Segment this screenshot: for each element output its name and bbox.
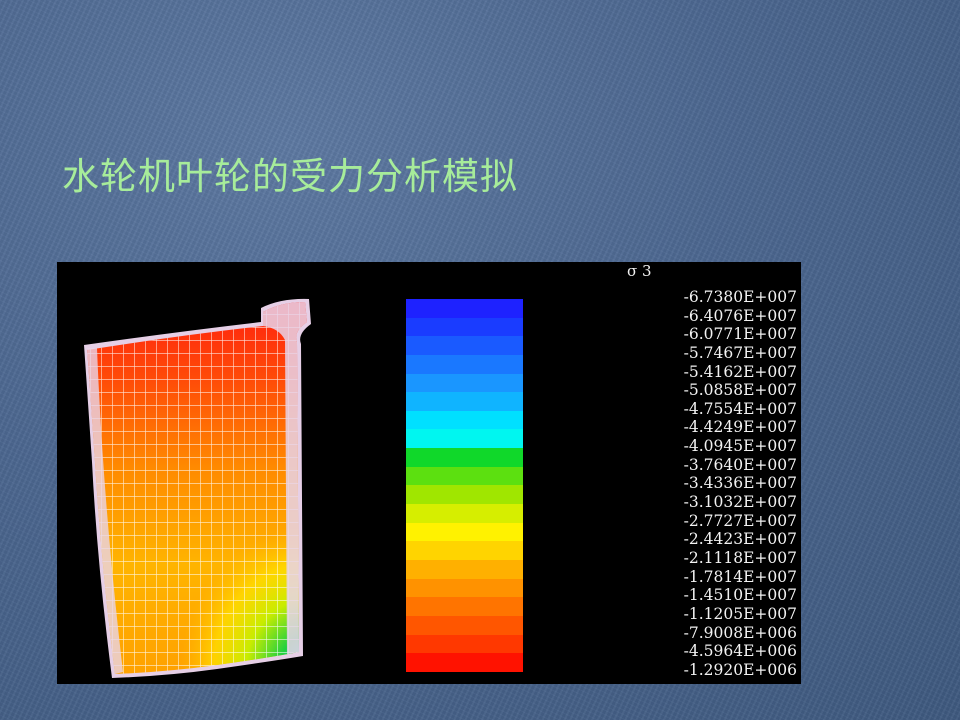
legend-value: -1.7814E+007 xyxy=(683,567,797,586)
legend-value: -2.1118E+007 xyxy=(683,548,797,567)
legend-value: -1.1205E+007 xyxy=(683,604,797,623)
slide-background: 水轮机叶轮的受力分析模拟 σ 3 -6.7380E+007 -6.4076E+0… xyxy=(0,0,960,720)
colorbar-band xyxy=(406,410,523,430)
legend-value: -2.4423E+007 xyxy=(683,530,797,549)
legend-value: -4.4249E+007 xyxy=(683,418,797,437)
colorbar-band xyxy=(406,466,523,486)
colorbar-band xyxy=(406,354,523,374)
colorbar xyxy=(406,299,523,672)
colorbar-band xyxy=(406,653,523,672)
legend-value: -1.2920E+006 xyxy=(683,660,797,679)
legend-value: -5.7467E+007 xyxy=(683,343,797,362)
legend-value: -3.4336E+007 xyxy=(683,474,797,493)
colorbar-band xyxy=(406,429,523,449)
legend-value: -6.7380E+007 xyxy=(683,288,797,306)
legend-value: -3.1032E+007 xyxy=(683,493,797,512)
legend-values: -6.7380E+007 -6.4076E+007 -6.0771E+007 -5.7… xyxy=(591,288,797,679)
stress-figure: σ 3 -6.7380E+007 -6.4076E+007 -6.0771E+007… xyxy=(57,262,801,684)
legend-value: -4.5964E+006 xyxy=(683,642,797,661)
colorbar-band xyxy=(406,578,523,598)
colorbar-band xyxy=(406,299,523,318)
legend-value: -5.4162E+007 xyxy=(683,362,797,381)
colorbar-band xyxy=(406,392,523,411)
colorbar-band xyxy=(406,448,523,467)
slide-title: 水轮机叶轮的受力分析模拟 xyxy=(62,155,518,198)
legend-value: -4.7554E+007 xyxy=(683,399,797,418)
legend-value: -1.4510E+007 xyxy=(683,586,797,605)
colorbar-band xyxy=(406,485,523,505)
colorbar-band xyxy=(406,504,523,523)
legend-value: -2.7727E+007 xyxy=(683,511,797,530)
legend-title: σ 3 xyxy=(627,262,652,280)
colorbar-band xyxy=(406,634,523,654)
colorbar-band xyxy=(406,559,523,579)
colorbar-band xyxy=(406,522,523,542)
legend-value: -5.0858E+007 xyxy=(683,381,797,400)
colorbar-band xyxy=(406,541,523,560)
colorbar-band xyxy=(406,373,523,393)
colorbar-band xyxy=(406,597,523,616)
colorbar-band xyxy=(406,336,523,355)
colorbar-band xyxy=(406,317,523,337)
legend-value: -6.0771E+007 xyxy=(683,325,797,344)
legend-value: -3.7640E+007 xyxy=(683,455,797,474)
colorbar-band xyxy=(406,615,523,635)
legend-value: -4.0945E+007 xyxy=(683,437,797,456)
legend-value: -7.9008E+006 xyxy=(683,623,797,642)
legend-value: -6.4076E+007 xyxy=(683,306,797,325)
